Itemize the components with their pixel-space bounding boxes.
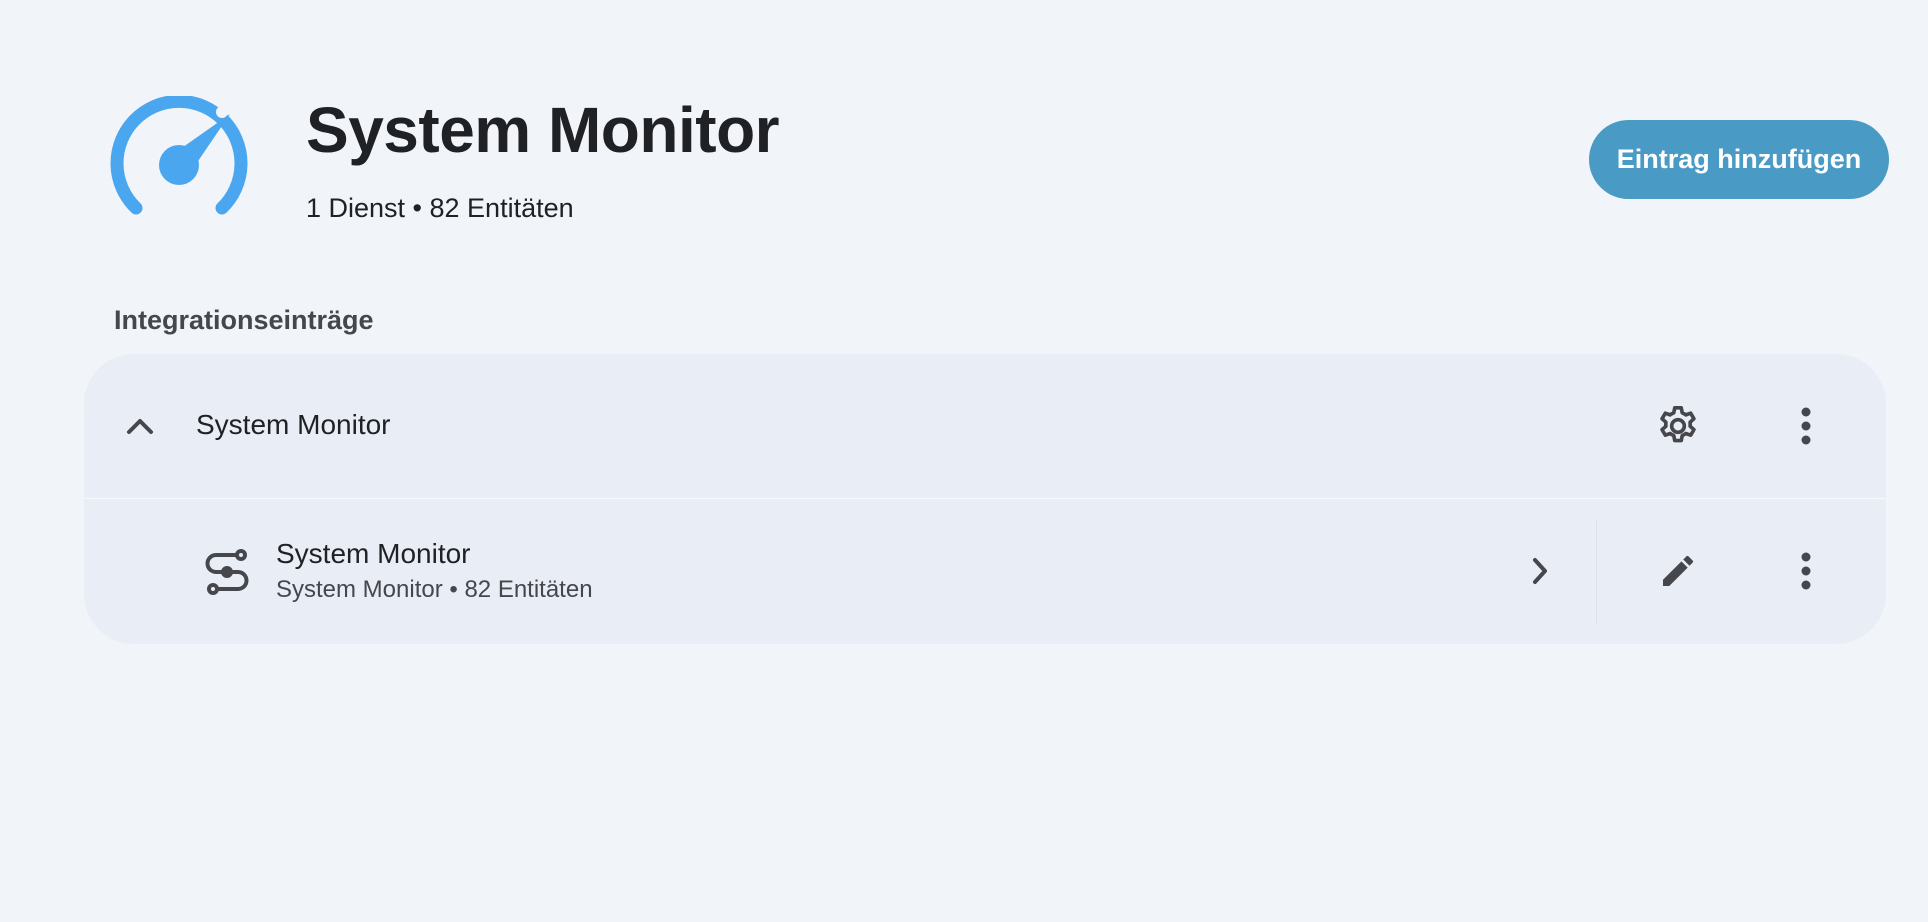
section-heading: Integrationseinträge — [114, 305, 374, 335]
list-item: System Monitor System Monitor • 82 Entit… — [84, 499, 1886, 644]
group-overflow-menu-button[interactable] — [1776, 396, 1836, 456]
page-title: System Monitor — [306, 94, 780, 166]
vertical-divider — [1596, 519, 1597, 624]
speedometer-icon — [108, 94, 250, 222]
entry-open-row[interactable] — [84, 499, 1596, 644]
integration-header: System Monitor 1 Dienst • 82 Entitäten E… — [0, 0, 1928, 250]
collapse-button[interactable] — [114, 400, 166, 452]
add-entry-button[interactable]: Eintrag hinzufügen — [1589, 120, 1889, 199]
settings-button[interactable] — [1648, 396, 1708, 456]
integration-summary: 1 Dienst • 82 Entitäten — [306, 193, 574, 223]
gear-icon — [1660, 405, 1696, 443]
entry-group-title: System Monitor — [196, 409, 391, 440]
more-vertical-icon — [1801, 407, 1811, 445]
more-vertical-icon — [1801, 552, 1811, 590]
entry-group-header: System Monitor — [84, 354, 1886, 498]
rename-button[interactable] — [1648, 541, 1708, 601]
entry-open-button[interactable] — [1510, 541, 1570, 601]
pencil-icon — [1663, 555, 1694, 586]
entry-name: System Monitor — [276, 538, 471, 569]
chevron-right-icon — [1533, 558, 1547, 584]
entry-meta: System Monitor • 82 Entitäten — [276, 576, 593, 603]
entry-overflow-menu-button[interactable] — [1776, 541, 1836, 601]
service-route-icon — [194, 539, 260, 605]
chevron-up-icon — [127, 419, 153, 434]
entries-card: System Monitor System Monitor System Mon… — [84, 354, 1886, 644]
